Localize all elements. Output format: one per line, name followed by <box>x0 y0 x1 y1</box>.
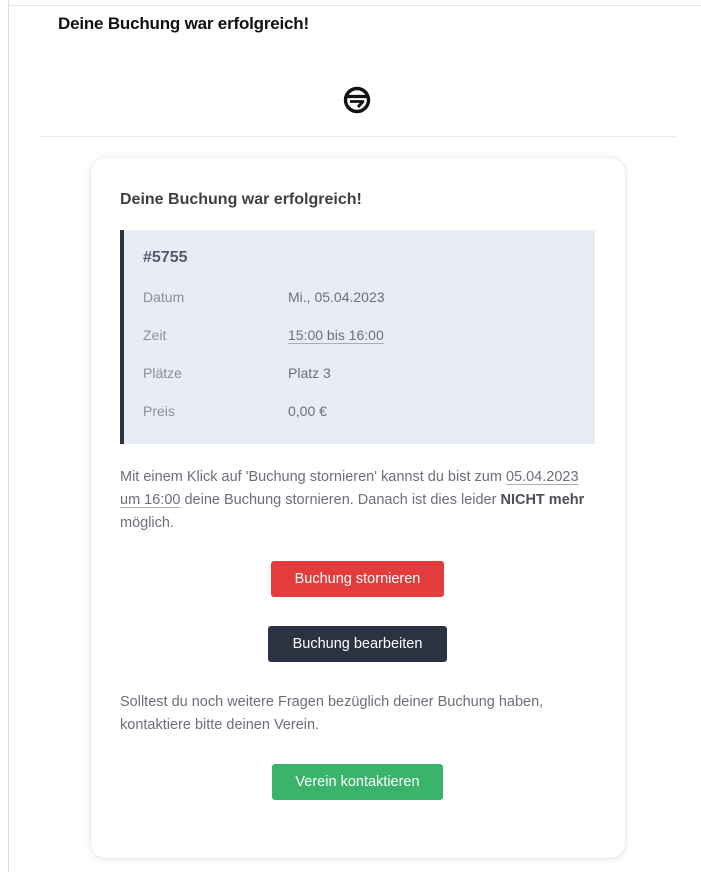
contact-info: Solltest du noch weitere Fragen bezüglic… <box>120 694 544 733</box>
cancellation-emphasis: NICHT mehr <box>500 492 585 508</box>
cancellation-info: Mit einem Klick auf 'Buchung stornieren'… <box>120 466 595 535</box>
card-title: Deine Buchung war erfolgreich! <box>120 191 362 208</box>
booking-id: #5755 <box>143 249 188 266</box>
detail-row-date: Datum Mi., 05.04.2023 <box>143 289 583 309</box>
booking-card: Deine Buchung war erfolgreich! #5755 Dat… <box>91 158 625 858</box>
cancellation-text: deine Buchung stornieren. Danach ist die… <box>180 492 501 508</box>
detail-value: 0,00 € <box>288 403 327 419</box>
detail-label: Datum <box>143 289 185 305</box>
detail-label: Plätze <box>143 365 182 381</box>
detail-row-price: Preis 0,00 € <box>143 403 583 423</box>
detail-row-seats: Plätze Platz 3 <box>143 365 583 385</box>
detail-label: Zeit <box>143 327 167 343</box>
booking-details-box: #5755 Datum Mi., 05.04.2023 Zeit 15:00 b… <box>120 230 595 444</box>
cancellation-text: möglich. <box>120 515 174 531</box>
club-logo-icon <box>343 86 371 114</box>
detail-label: Preis <box>143 403 175 419</box>
email-subject: Deine Buchung war erfolgreich! <box>58 14 309 33</box>
cancel-booking-button[interactable]: Buchung stornieren <box>271 561 444 597</box>
header-divider <box>40 136 676 137</box>
viewer-left-border <box>8 0 9 872</box>
detail-value: Platz 3 <box>288 365 331 381</box>
edit-booking-button[interactable]: Buchung bearbeiten <box>268 626 447 662</box>
detail-value-time-link[interactable]: 15:00 bis 16:00 <box>288 327 384 343</box>
cancellation-text: Mit einem Klick auf 'Buchung stornieren'… <box>120 469 506 485</box>
viewer-top-border <box>8 5 701 6</box>
contact-club-button[interactable]: Verein kontaktieren <box>272 764 443 800</box>
detail-row-time: Zeit 15:00 bis 16:00 <box>143 327 583 347</box>
detail-value: Mi., 05.04.2023 <box>288 289 385 305</box>
